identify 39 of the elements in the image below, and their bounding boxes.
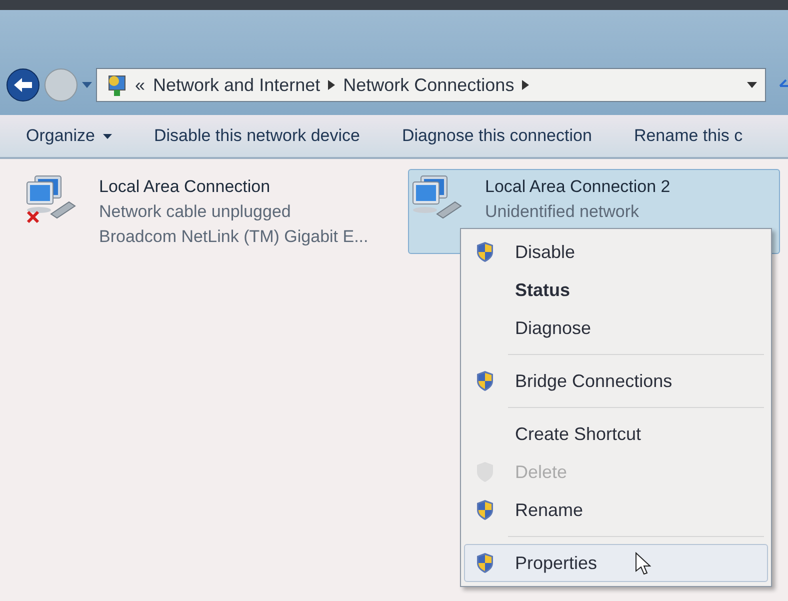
connection-status: Network cable unplugged: [99, 201, 292, 223]
toolbar-button[interactable]: Diagnose this connection: [402, 126, 592, 146]
menu-item-label: Diagnose: [515, 318, 592, 338]
connection-item[interactable]: Local Area Connection Network cable unplugged Broadcom NetLink (TM) Gigabit E...: [22, 169, 394, 254]
chevron-icon[interactable]: [328, 80, 336, 90]
menu-item-label: Delete: [515, 462, 568, 482]
menu-item-label: Status: [515, 280, 570, 300]
dropdown-icon[interactable]: [747, 82, 757, 88]
connection-name: Local Area Connection 2: [485, 176, 670, 198]
breadcrumb[interactable]: Network Connections: [343, 74, 514, 96]
mouse-cursor-icon: [635, 552, 652, 574]
menu-item[interactable]: Properties: [464, 544, 768, 582]
menu-item[interactable]: Rename: [464, 491, 768, 529]
toolbar-button[interactable]: Organize: [26, 126, 112, 146]
chevron-icon[interactable]: [522, 80, 530, 90]
menu-item[interactable]: Create Shortcut: [464, 415, 768, 453]
shield-icon: [475, 370, 495, 392]
toolbar-button[interactable]: Rename this c: [634, 126, 743, 146]
menu-item-label: Bridge Connections: [515, 370, 672, 392]
menu-item-label: Properties: [515, 552, 598, 574]
menu-item[interactable]: Status: [464, 271, 768, 309]
caret-icon: [102, 134, 112, 138]
connection-status: Unidentified network: [485, 201, 640, 223]
back-button[interactable]: [6, 68, 40, 102]
menu-item-label: Rename: [515, 500, 584, 520]
breadcrumb[interactable]: Network and Internet: [153, 74, 320, 96]
caret-icon[interactable]: [82, 82, 92, 88]
menu-item[interactable]: Bridge Connections: [464, 362, 768, 400]
connection-name: Local Area Connection: [99, 176, 272, 198]
shield-icon: [475, 552, 495, 574]
network-connection-icon: [25, 174, 77, 224]
overflow-chevron[interactable]: «: [135, 74, 146, 96]
shield-icon: [475, 241, 495, 263]
menu-item-label: Create Shortcut: [515, 424, 642, 444]
adapter-name: Broadcom NetLink (TM) Gigabit E...: [99, 226, 368, 248]
shield-icon: [475, 499, 495, 521]
menu-item[interactable]: Diagnose: [464, 309, 768, 347]
address-bar[interactable]: « Network and Internet Network Connections: [96, 68, 766, 102]
toolbar-button[interactable]: Disable this network device: [154, 126, 360, 146]
